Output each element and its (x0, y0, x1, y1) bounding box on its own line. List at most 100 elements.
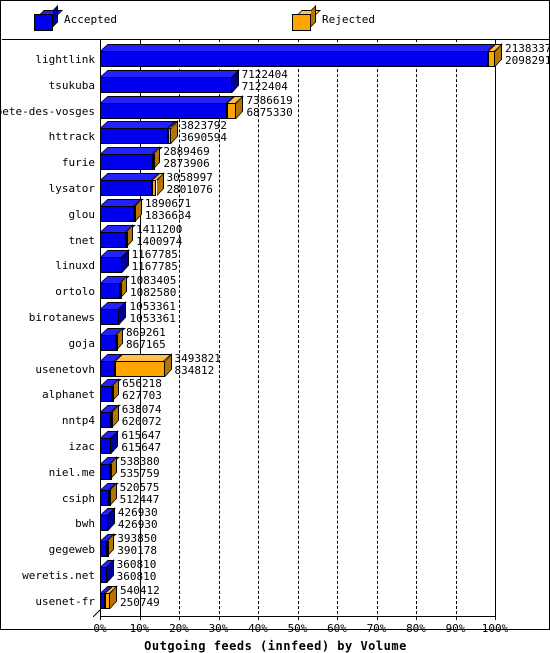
bar-ortolo (100, 275, 130, 300)
gridline-100 (495, 39, 496, 619)
bar-front-rejected (104, 592, 110, 609)
category-label-httrack: httrack (48, 130, 95, 144)
category-label-lightlink: lightlink (35, 53, 95, 66)
value-label-total-glou: 1890671 (144, 196, 192, 210)
bar-front-accepted (100, 463, 110, 480)
value-label-accepted-tsukuba: 7122404 (241, 79, 288, 93)
bar-usenetovh (100, 352, 173, 377)
x-tick-label-40: 40% (248, 622, 268, 635)
gridline-60 (337, 39, 338, 619)
bar-front-rejected (133, 205, 136, 222)
bar-front-accepted (100, 541, 108, 558)
category-label-usenet-fr: usenet-fr (35, 594, 95, 608)
value-label-total-tsukuba: 7122404 (241, 67, 288, 81)
x-tick-label-80: 80% (406, 622, 426, 635)
value-label-total-niel.me: 538380 (119, 454, 160, 468)
cube-icon (292, 5, 321, 32)
value-label-accepted-bwh: 426930 (117, 518, 158, 532)
value-label-accepted-nntp4: 620072 (121, 415, 162, 429)
value-label-accepted-goja: 867165 (126, 337, 166, 351)
value-label-accepted-glou: 1836634 (144, 208, 192, 222)
x-tick-100 (495, 616, 496, 620)
cube-icon (34, 5, 63, 32)
value-label-accepted-csiph: 512447 (119, 492, 160, 506)
bar-top-accepted (100, 173, 160, 180)
x-tick-label-90: 90% (445, 622, 466, 635)
bar-front-accepted (100, 386, 112, 403)
bar-birotanews (100, 301, 128, 325)
value-label-accepted-gegeweb: 390178 (117, 544, 158, 558)
x-tick-40 (258, 616, 259, 620)
bar-goja (100, 327, 126, 351)
x-tick-30 (218, 616, 220, 620)
bar-front-accepted (100, 76, 232, 93)
x-tick-label-100: 100% (481, 622, 509, 635)
x-tick-label-20: 20% (169, 622, 189, 635)
x-tick-label-30: 30% (208, 622, 229, 635)
x-tick-90 (455, 616, 457, 620)
x-tick-label-0: 0% (93, 622, 107, 635)
x-tick-label-60: 60% (327, 622, 347, 635)
bar-front-rejected (111, 412, 114, 429)
bar-gegeweb (100, 533, 117, 558)
bar-front-rejected (109, 463, 112, 480)
bar-bwh (100, 507, 116, 532)
value-label-accepted-furie: 2873906 (163, 157, 210, 171)
value-label-accepted-alphanet: 627703 (122, 389, 162, 403)
category-label-weretis.net: weretis.net (22, 569, 95, 582)
category-label-bete-des-vosges: bete-des-vosges (0, 104, 95, 118)
bar-front-accepted (100, 567, 107, 583)
chart-frame: Accepted Rejected lightlink tsukuba bete-d… (0, 0, 550, 653)
category-label-lysator: lysator (48, 182, 95, 195)
bar-front-accepted (100, 257, 122, 274)
legend-label-rejected: Rejected (322, 13, 375, 26)
gridline-40 (258, 39, 259, 619)
category-label-gegeweb: gegeweb (48, 543, 95, 557)
bar-glou (100, 198, 144, 222)
bar-front-accepted (100, 102, 227, 119)
bar-csiph (100, 481, 120, 506)
chart-plot-area: lightlink tsukuba bete-des-vosges httrack fu… (0, 39, 550, 653)
value-label-accepted-lysator: 2801076 (166, 183, 213, 196)
category-label-tsukuba: tsukuba (48, 78, 95, 92)
bar-front-accepted (100, 360, 116, 377)
bar-front-accepted (100, 334, 117, 351)
chart-legend: Accepted Rejected (2, 2, 549, 40)
value-label-total-csiph: 520575 (119, 480, 160, 494)
bar-bete-des-vosges (100, 94, 245, 119)
category-label-furie: furie (61, 156, 95, 170)
category-label-csiph: csiph (61, 491, 95, 505)
value-label-total-usenet-fr: 540412 (119, 583, 160, 597)
bar-front-rejected (116, 334, 119, 351)
bar-front-accepted (100, 309, 120, 325)
x-tick-label-10: 10% (129, 622, 150, 635)
bar-front-rejected (168, 128, 171, 145)
bar-top-rejected (115, 353, 173, 361)
gridline-80 (416, 39, 417, 619)
gridline-70 (376, 39, 378, 619)
legend-label-accepted: Accepted (64, 13, 117, 26)
bar-front-accepted (100, 154, 154, 171)
value-label-total-bete-des-vosges: 7386619 (246, 93, 293, 107)
bar-front-rejected (227, 102, 237, 119)
x-tick-80 (416, 616, 417, 620)
value-label-accepted-httrack: 3690594 (180, 131, 227, 145)
value-label-total-usenetovh: 3493821 (174, 351, 221, 365)
category-label-birotanews: birotanews (28, 311, 95, 324)
value-label-accepted-linuxd: 1167785 (131, 260, 178, 274)
value-label-accepted-usenet-fr: 250749 (119, 595, 160, 609)
x-tick-label-70: 70% (366, 622, 387, 635)
bar-front-accepted (100, 231, 126, 248)
x-tick-10 (139, 616, 141, 620)
bar-tsukuba (100, 69, 240, 93)
bar-front-accepted (100, 283, 120, 300)
x-tick-label-50: 50% (287, 622, 308, 635)
bar-tnet (100, 223, 136, 248)
value-label-accepted-tnet: 1400974 (136, 234, 183, 248)
bar-top-accepted (100, 44, 496, 51)
bar-niel.me (100, 456, 120, 480)
bar-front-rejected (107, 541, 110, 558)
value-label-total-goja: 869261 (126, 325, 166, 339)
bar-front-accepted (100, 412, 112, 429)
category-label-niel.me: niel.me (48, 465, 95, 479)
